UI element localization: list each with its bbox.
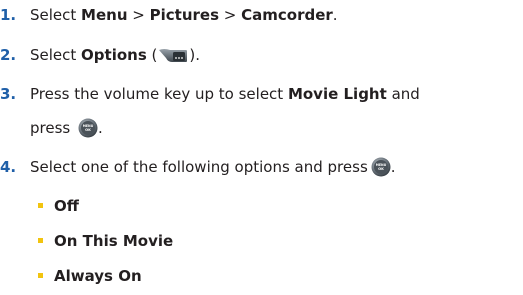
pictures-label: Pictures — [149, 6, 219, 24]
step-text-part: ( — [146, 46, 158, 64]
svg-text:OK: OK — [85, 128, 91, 132]
step-text-part: Select — [30, 46, 82, 64]
step-text-part: Select — [30, 6, 82, 24]
bullet-icon — [38, 238, 43, 243]
step-text: Select Options (). — [30, 45, 200, 65]
option-label: On This Movie — [54, 232, 174, 250]
separator: > — [219, 6, 242, 24]
step-text-part: Press the volume key up to select — [30, 85, 288, 103]
step-3: 3. Press the volume key up to select Movi… — [0, 84, 420, 104]
options-label: Options — [81, 46, 147, 64]
step-text-part: ). — [189, 46, 201, 64]
step-text-part: and — [386, 85, 420, 103]
menu-ok-key-icon: MENU OK — [78, 118, 98, 138]
options-softkey-icon — [158, 48, 188, 63]
bullet-icon — [38, 273, 43, 278]
option-label: Off — [54, 197, 79, 215]
step-text-part: press — [30, 119, 71, 137]
movie-light-label: Movie Light — [287, 85, 387, 103]
step-text: Select Menu > Pictures > Camcorder. — [30, 5, 338, 25]
option-item-always-on: Always On — [38, 266, 142, 286]
option-label: Always On — [54, 267, 142, 285]
separator: > — [127, 6, 150, 24]
step-3-continuation: press MENU OK. — [30, 118, 103, 138]
step-text-part: . — [98, 119, 103, 137]
svg-text:OK: OK — [378, 167, 384, 171]
option-item-on-this-movie: On This Movie — [38, 231, 173, 251]
step-text-part: Select one of the following options and … — [30, 158, 368, 176]
step-4: 4. Select one of the following options an… — [0, 157, 396, 177]
step-number: 1. — [0, 6, 17, 24]
step-text: Press the volume key up to select Movie … — [30, 84, 420, 104]
bullet-icon — [38, 203, 43, 208]
menu-label: Menu — [81, 6, 128, 24]
step-text: Select one of the following options and … — [30, 157, 396, 177]
camcorder-label: Camcorder — [241, 6, 333, 24]
step-2: 2. Select Options (). — [0, 45, 200, 65]
step-number: 4. — [0, 158, 17, 176]
step-text-part: . — [332, 6, 338, 24]
step-number: 3. — [0, 85, 17, 103]
step-number: 2. — [0, 46, 17, 64]
menu-ok-key-icon: MENU OK — [371, 157, 391, 177]
option-item-off: Off — [38, 196, 79, 216]
step-1: 1. Select Menu > Pictures > Camcorder. — [0, 5, 338, 25]
step-text-part: . — [390, 158, 396, 176]
